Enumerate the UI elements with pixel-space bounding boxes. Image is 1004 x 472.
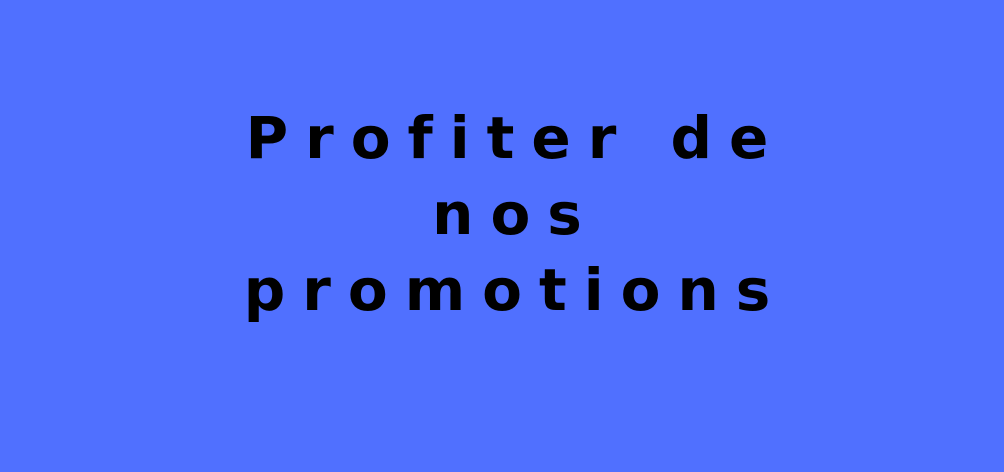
promo-banner: Profiter de nos promotions — [0, 0, 1004, 472]
headline-line-1: Profiter de — [245, 104, 786, 172]
headline-line-3: promotions — [243, 256, 788, 324]
promo-headline: Profiter de nos promotions — [0, 100, 1004, 328]
headline-line-2: nos — [432, 180, 599, 248]
